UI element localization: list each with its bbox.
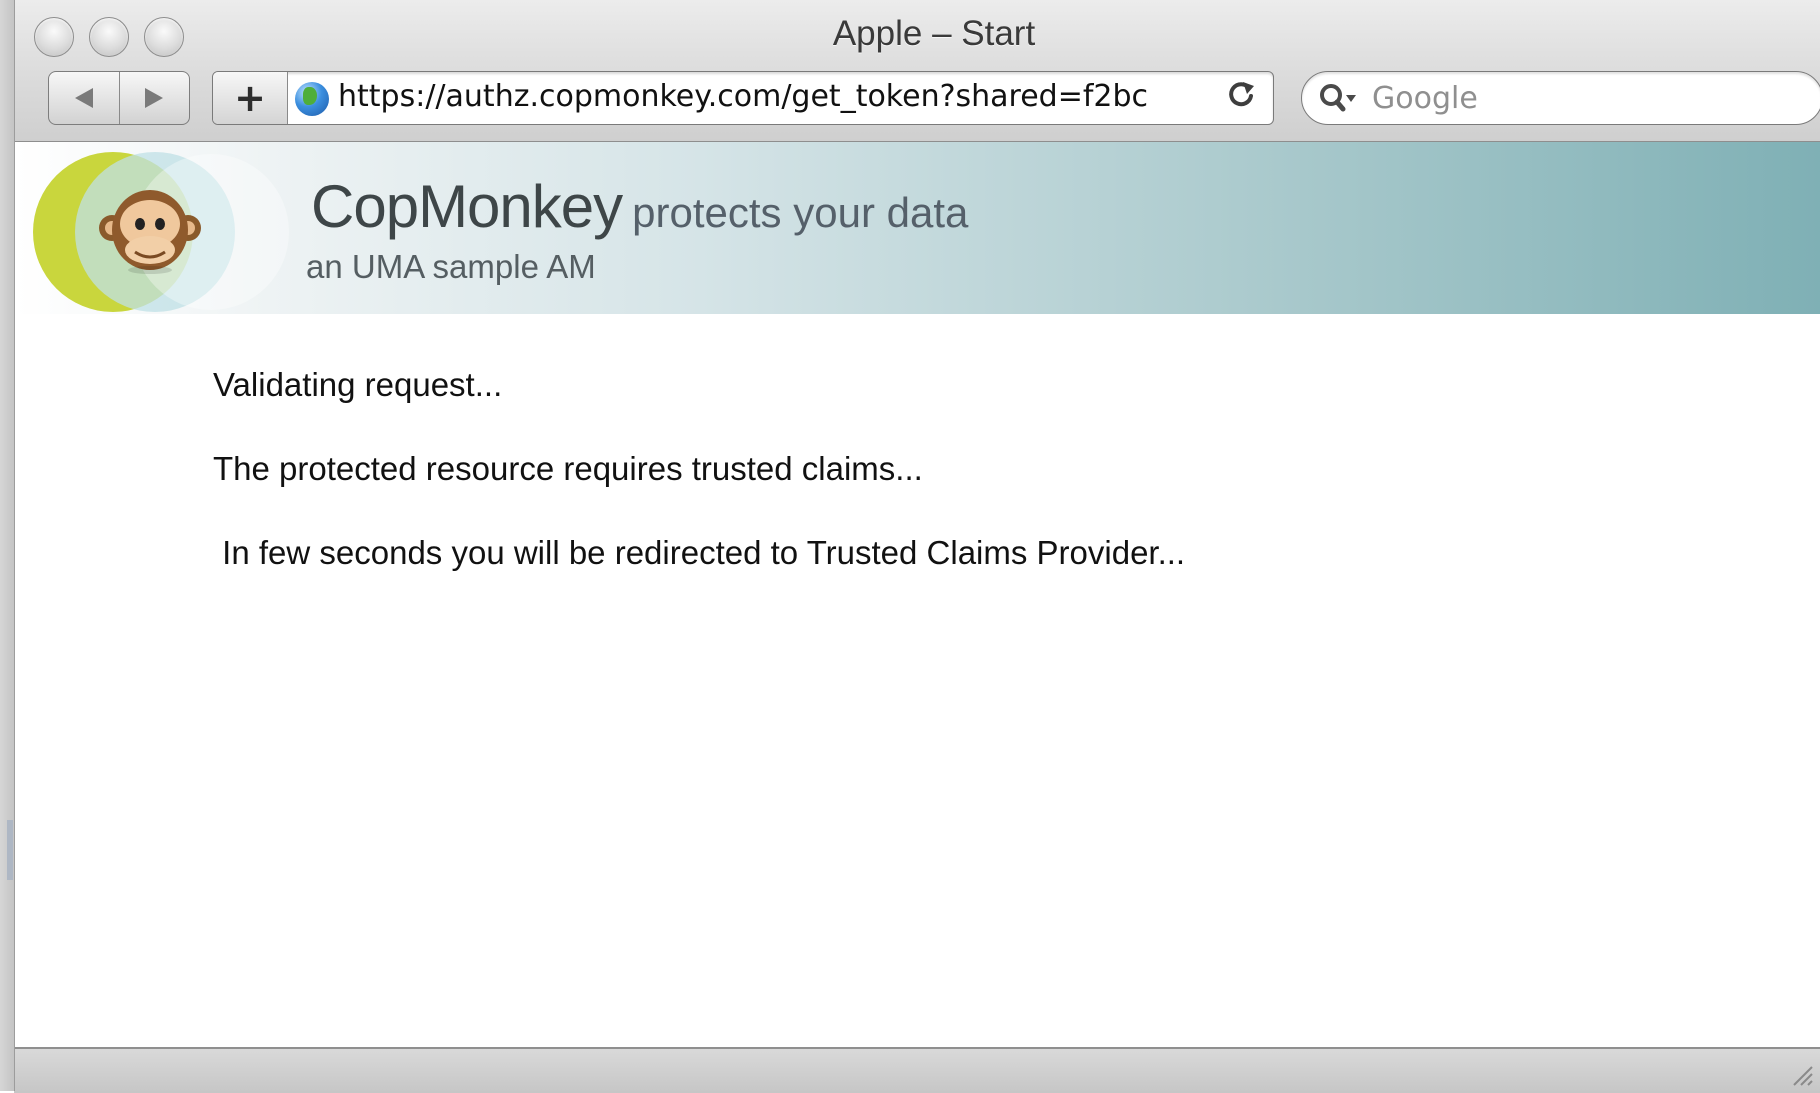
back-arrow-icon: [75, 88, 93, 108]
browser-window: Apple – Start + https://authz.copmonkey.…: [0, 0, 1820, 1093]
forward-button[interactable]: [119, 72, 189, 124]
window-left-edge: [0, 0, 15, 1091]
reload-button[interactable]: [1227, 78, 1255, 116]
edge-marker: [7, 820, 13, 880]
search-icon[interactable]: [1318, 81, 1360, 115]
brand-heading: CopMonkey protects your data: [311, 172, 968, 241]
brand-tagline: protects your data: [632, 189, 969, 236]
status-message: In few seconds you will be redirected to…: [213, 534, 1186, 571]
globe-icon: [295, 82, 329, 116]
header-banner: CopMonkey protects your data an UMA sampl…: [15, 142, 1820, 314]
window-title: Apple – Start: [832, 14, 1036, 53]
reload-icon: [1229, 82, 1254, 107]
resize-grip-icon[interactable]: [1788, 1061, 1814, 1087]
status-message: The protected resource requires trusted …: [213, 450, 923, 487]
title-bar: Apple – Start + https://authz.copmonkey.…: [14, 0, 1820, 142]
status-bar: [14, 1047, 1820, 1093]
brand-name: CopMonkey: [311, 173, 623, 240]
address-bar[interactable]: + https://authz.copmonkey.com/get_token?…: [212, 71, 1274, 125]
status-message: Validating request...: [213, 366, 503, 403]
add-bookmark-button[interactable]: +: [213, 72, 288, 124]
minimize-window-button[interactable]: [89, 17, 129, 57]
zoom-window-button[interactable]: [144, 17, 184, 57]
copmonkey-logo: [33, 152, 289, 312]
url-field[interactable]: https://authz.copmonkey.com/get_token?sh…: [338, 79, 1218, 114]
brand-subtitle: an UMA sample AM: [306, 248, 596, 285]
page-content: CopMonkey protects your data an UMA sampl…: [15, 142, 1820, 1047]
navigation-buttons: [48, 71, 190, 125]
search-box[interactable]: [1301, 71, 1820, 125]
search-input[interactable]: [1372, 79, 1802, 117]
back-button[interactable]: [49, 72, 120, 124]
close-window-button[interactable]: [34, 17, 74, 57]
forward-arrow-icon: [145, 88, 163, 108]
